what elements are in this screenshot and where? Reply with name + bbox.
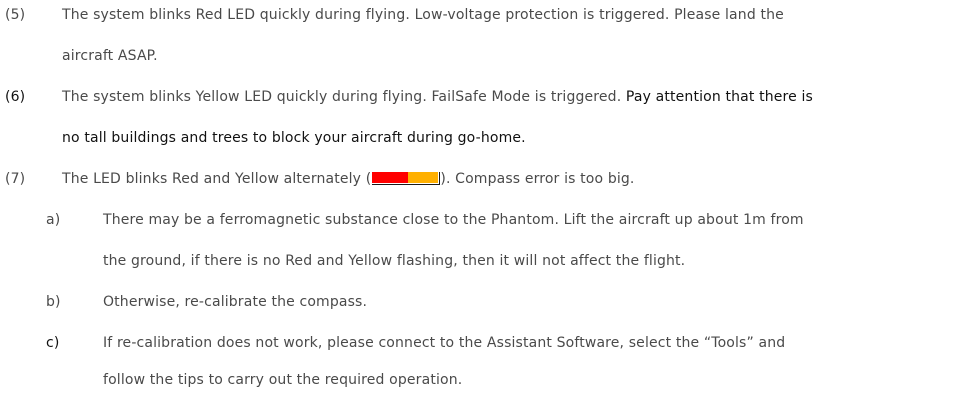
subitem-a-text-line-2: the ground, if there is no Red and Yello… (103, 253, 686, 269)
item-6-text-line-1: The system blinks Yellow LED quickly dur… (62, 87, 813, 107)
item-5-text-line-2: aircraft ASAP. (62, 48, 158, 64)
item-7-text-line-1: The LED blinks Red and Yellow alternatel… (62, 169, 635, 189)
item-5-text-line-1: The system blinks Red LED quickly during… (62, 7, 784, 23)
list-marker-5: (5) (5, 7, 26, 23)
item-7-text-after-led: ). Compass error is too big. (440, 171, 635, 187)
led-red-segment (372, 172, 409, 183)
item-6-text-line-2: no tall buildings and trees to block you… (62, 130, 526, 146)
subitem-c-text-line-2: follow the tips to carry out the require… (103, 372, 463, 388)
sublist-marker-c: c) (46, 335, 60, 351)
subitem-a-text-line-1: There may be a ferromagnetic substance c… (103, 212, 804, 228)
subitem-c-text-line-1: If re-calibration does not work, please … (103, 335, 786, 351)
item-7-text-before-led: The LED blinks Red and Yellow alternatel… (62, 171, 372, 187)
sublist-marker-b: b) (46, 294, 61, 310)
led-yellow-segment (408, 172, 439, 183)
sublist-marker-a: a) (46, 212, 61, 228)
led-indicator-icon (372, 172, 441, 185)
item-6-text-part-1: The system blinks Yellow LED quickly dur… (62, 89, 622, 105)
subitem-b-text-line-1: Otherwise, re-calibrate the compass. (103, 294, 368, 310)
list-marker-6: (6) (5, 89, 26, 105)
list-marker-7: (7) (5, 171, 26, 187)
item-6-text-part-2: Pay attention that there is (625, 89, 813, 105)
